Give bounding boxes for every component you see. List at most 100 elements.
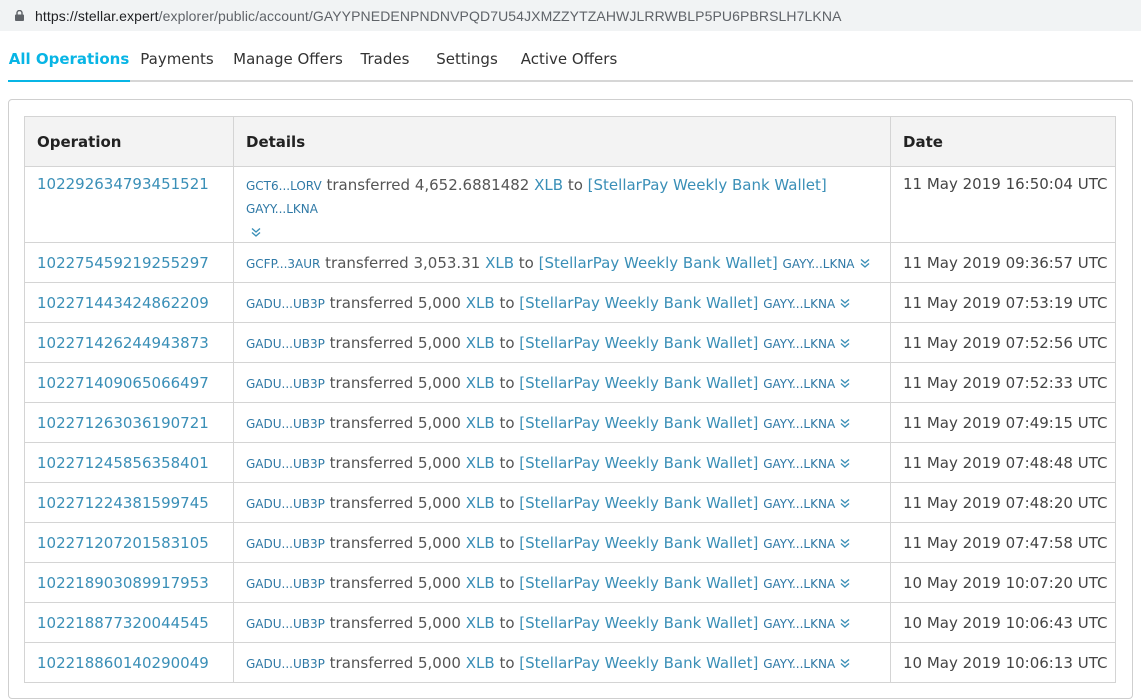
address-bar[interactable]: https://stellar.expert/explorer/public/a… — [0, 0, 1141, 31]
operation-id-link[interactable]: 102271426244943873 — [24, 322, 234, 363]
destination-account-link[interactable]: GAYY...LKNA — [763, 497, 835, 511]
destination-name-link[interactable]: [StellarPay Weekly Bank Wallet] — [539, 254, 778, 272]
destination-name-link[interactable]: [StellarPay Weekly Bank Wallet] — [519, 494, 758, 512]
asset-link[interactable]: XLB — [466, 454, 495, 472]
expand-details-icon[interactable] — [839, 457, 851, 469]
tab-manage-offers[interactable]: Manage Offers — [233, 36, 343, 82]
expand-details-icon[interactable] — [839, 377, 851, 389]
expand-details-icon[interactable] — [839, 577, 851, 589]
table-row: 102271207201583105 GADU...UB3P transferre… — [24, 522, 1116, 563]
amount-text: 5,000 — [418, 533, 461, 552]
destination-account-link[interactable]: GAYY...LKNA — [763, 377, 835, 391]
asset-link[interactable]: XLB — [466, 294, 495, 312]
operation-date: 11 May 2019 09:36:57 UTC — [890, 242, 1116, 283]
asset-link[interactable]: XLB — [466, 574, 495, 592]
verb-text: transferred — [329, 573, 414, 592]
destination-name-link[interactable]: [StellarPay Weekly Bank Wallet] — [588, 176, 827, 194]
destination-name-link[interactable]: [StellarPay Weekly Bank Wallet] — [519, 574, 758, 592]
operation-id-link[interactable]: 102292634793451521 — [24, 166, 234, 243]
url-host: https://stellar.expert — [35, 7, 159, 24]
expand-details-icon[interactable] — [839, 617, 851, 629]
destination-name-link[interactable]: [StellarPay Weekly Bank Wallet] — [519, 294, 758, 312]
source-account-link[interactable]: GADU...UB3P — [246, 337, 325, 351]
table-row: 102218877320044545 GADU...UB3P transferre… — [24, 602, 1116, 643]
source-account-link[interactable]: GADU...UB3P — [246, 417, 325, 431]
url-text[interactable]: https://stellar.expert/explorer/public/a… — [35, 8, 842, 24]
destination-account-link[interactable]: GAYY...LKNA — [763, 457, 835, 471]
verb-text: transferred — [329, 373, 414, 392]
amount-text: 5,000 — [418, 333, 461, 352]
source-account-link[interactable]: GADU...UB3P — [246, 297, 325, 311]
asset-link[interactable]: XLB — [466, 494, 495, 512]
operation-id-link[interactable]: 102271409065066497 — [24, 362, 234, 403]
to-text: to — [499, 373, 515, 392]
verb-text: transferred — [329, 493, 414, 512]
operation-id-link[interactable]: 102271245856358401 — [24, 442, 234, 483]
expand-details-icon[interactable] — [250, 226, 262, 238]
source-account-link[interactable]: GADU...UB3P — [246, 537, 325, 551]
expand-details-icon[interactable] — [839, 417, 851, 429]
to-text: to — [499, 533, 515, 552]
tab-active-offers[interactable]: Active Offers — [518, 36, 620, 82]
destination-name-link[interactable]: [StellarPay Weekly Bank Wallet] — [519, 334, 758, 352]
destination-name-link[interactable]: [StellarPay Weekly Bank Wallet] — [519, 414, 758, 432]
operation-id-link[interactable]: 102271207201583105 — [24, 522, 234, 563]
source-account-link[interactable]: GADU...UB3P — [246, 497, 325, 511]
amount-text: 5,000 — [418, 613, 461, 632]
source-account-link[interactable]: GADU...UB3P — [246, 377, 325, 391]
expand-details-icon[interactable] — [839, 537, 851, 549]
destination-name-link[interactable]: [StellarPay Weekly Bank Wallet] — [519, 374, 758, 392]
tab-trades[interactable]: Trades — [360, 36, 410, 82]
expand-details-icon[interactable] — [859, 257, 871, 269]
expand-details-icon[interactable] — [839, 657, 851, 669]
operation-details: GADU...UB3P transferred 5,000 XLB to [St… — [233, 482, 891, 523]
operation-date: 11 May 2019 07:53:19 UTC — [890, 282, 1116, 323]
table-row: 102218860140290049 GADU...UB3P transferre… — [24, 642, 1116, 683]
asset-link[interactable]: XLB — [466, 334, 495, 352]
asset-link[interactable]: XLB — [485, 254, 514, 272]
operation-id-link[interactable]: 102275459219255297 — [24, 242, 234, 283]
destination-account-link[interactable]: GAYY...LKNA — [763, 537, 835, 551]
destination-account-link[interactable]: GAYY...LKNA — [763, 657, 835, 671]
source-account-link[interactable]: GADU...UB3P — [246, 577, 325, 591]
operation-id-link[interactable]: 102218860140290049 — [24, 642, 234, 683]
operation-id-link[interactable]: 102218903089917953 — [24, 562, 234, 603]
operations-table: Operation Details Date 10229263479345152… — [24, 116, 1116, 683]
tab-payments[interactable]: Payments — [138, 36, 216, 82]
destination-account-link[interactable]: GAYY...LKNA — [763, 297, 835, 311]
operation-details: GADU...UB3P transferred 5,000 XLB to [St… — [233, 642, 891, 683]
operation-details: GADU...UB3P transferred 5,000 XLB to [St… — [233, 402, 891, 443]
destination-account-link[interactable]: GAYY...LKNA — [763, 337, 835, 351]
destination-account-link[interactable]: GAYY...LKNA — [763, 617, 835, 631]
asset-link[interactable]: XLB — [534, 176, 563, 194]
destination-account-link[interactable]: GAYY...LKNA — [763, 417, 835, 431]
destination-account-link[interactable]: GAYY...LKNA — [246, 202, 318, 216]
operation-date: 11 May 2019 07:47:58 UTC — [890, 522, 1116, 563]
destination-name-link[interactable]: [StellarPay Weekly Bank Wallet] — [519, 454, 758, 472]
asset-link[interactable]: XLB — [466, 374, 495, 392]
operation-id-link[interactable]: 102271263036190721 — [24, 402, 234, 443]
lock-icon[interactable] — [15, 10, 24, 21]
tab-settings[interactable]: Settings — [434, 36, 500, 82]
operation-id-link[interactable]: 102271224381599745 — [24, 482, 234, 523]
destination-name-link[interactable]: [StellarPay Weekly Bank Wallet] — [519, 534, 758, 552]
source-account-link[interactable]: GCFP...3AUR — [246, 257, 320, 271]
source-account-link[interactable]: GADU...UB3P — [246, 617, 325, 631]
amount-text: 5,000 — [418, 293, 461, 312]
asset-link[interactable]: XLB — [466, 534, 495, 552]
source-account-link[interactable]: GCT6...LORV — [246, 179, 322, 193]
source-account-link[interactable]: GADU...UB3P — [246, 657, 325, 671]
asset-link[interactable]: XLB — [466, 414, 495, 432]
expand-details-icon[interactable] — [839, 497, 851, 509]
operation-id-link[interactable]: 102271443424862209 — [24, 282, 234, 323]
tab-all-operations[interactable]: All Operations — [8, 36, 130, 82]
destination-account-link[interactable]: GAYY...LKNA — [783, 257, 855, 271]
expand-details-icon[interactable] — [839, 337, 851, 349]
destination-name-link[interactable]: [StellarPay Weekly Bank Wallet] — [519, 614, 758, 632]
table-row: 102271443424862209 GADU...UB3P transferre… — [24, 282, 1116, 323]
operation-id-link[interactable]: 102218877320044545 — [24, 602, 234, 643]
expand-details-icon[interactable] — [839, 297, 851, 309]
destination-account-link[interactable]: GAYY...LKNA — [763, 577, 835, 591]
source-account-link[interactable]: GADU...UB3P — [246, 457, 325, 471]
asset-link[interactable]: XLB — [466, 614, 495, 632]
